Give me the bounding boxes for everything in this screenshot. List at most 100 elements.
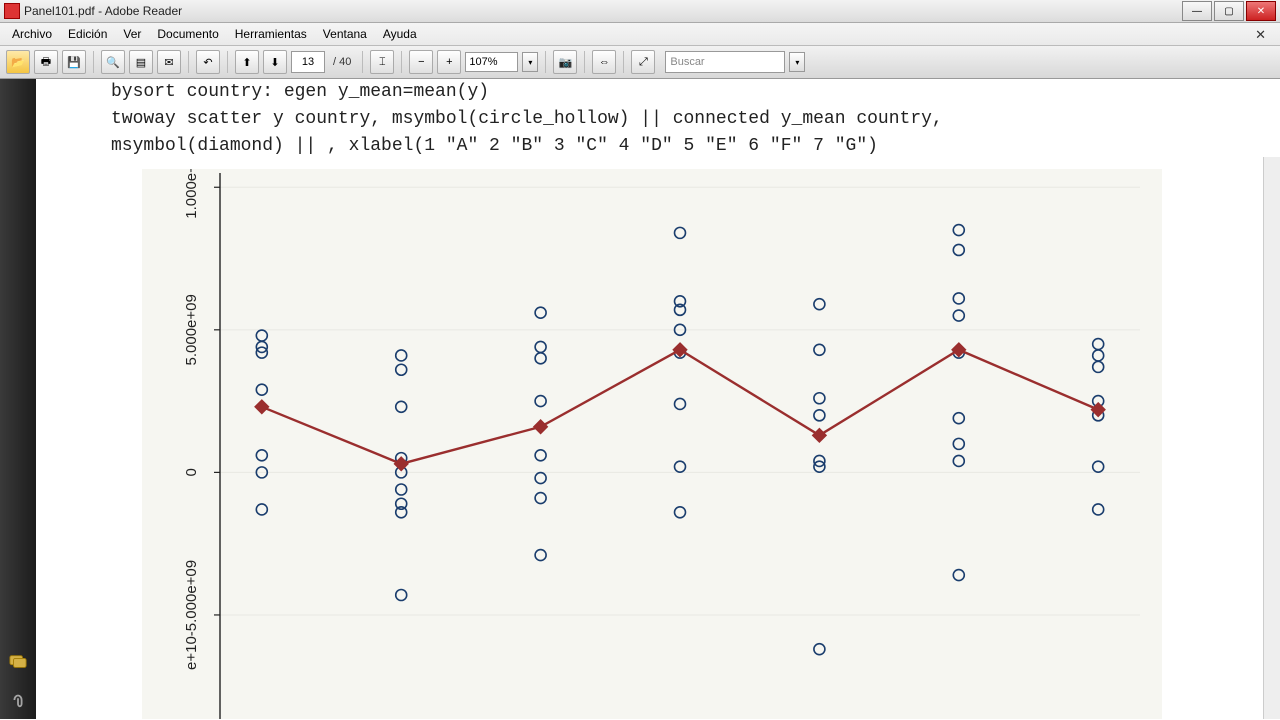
separator — [227, 51, 228, 73]
scatter-point — [396, 364, 407, 375]
sidebar — [0, 79, 36, 719]
scatter-point — [256, 384, 267, 395]
page-number-input[interactable] — [291, 51, 325, 73]
page-up-icon[interactable]: ⬆ — [235, 50, 259, 74]
minimize-button[interactable]: — — [1182, 1, 1212, 21]
close-button[interactable]: ✕ — [1246, 1, 1276, 21]
scatter-point — [953, 455, 964, 466]
email-icon[interactable]: ✉ — [157, 50, 181, 74]
menubar: Archivo Edición Ver Documento Herramient… — [0, 23, 1280, 46]
separator — [545, 51, 546, 73]
scatter-point — [814, 344, 825, 355]
scatter-point — [953, 293, 964, 304]
zoom-in-icon[interactable]: + — [437, 50, 461, 74]
scatter-point — [396, 589, 407, 600]
scatter-point — [396, 350, 407, 361]
undo-icon[interactable]: ↶ — [196, 50, 220, 74]
scatter-point — [535, 353, 546, 364]
menu-ayuda[interactable]: Ayuda — [375, 25, 425, 43]
search-dropdown-icon[interactable]: ▾ — [789, 52, 805, 72]
document-close-icon[interactable]: ✕ — [1247, 25, 1274, 45]
scatter-point — [814, 393, 825, 404]
scatter-point — [1093, 504, 1104, 515]
menu-documento[interactable]: Documento — [149, 25, 226, 43]
pages-icon[interactable]: ▤ — [129, 50, 153, 74]
comment-icon[interactable] — [9, 653, 27, 671]
menu-ventana[interactable]: Ventana — [315, 25, 375, 43]
separator — [188, 51, 189, 73]
menu-herramientas[interactable]: Herramientas — [227, 25, 315, 43]
find-icon[interactable]: 🔍 — [101, 50, 125, 74]
scatter-point — [1093, 339, 1104, 350]
chart: e+10-5.000e+09 0 5.000e+09 1.000e+1 — [142, 169, 1162, 719]
scatter-point — [953, 225, 964, 236]
code-line-3: msymbol(diamond) || , xlabel(1 "A" 2 "B"… — [111, 133, 878, 160]
select-tool-icon[interactable]: ⌶ — [370, 50, 394, 74]
app-icon — [4, 3, 20, 19]
scatter-point — [1093, 350, 1104, 361]
svg-text:5.000e+09: 5.000e+09 — [183, 294, 200, 365]
mean-diamond — [534, 420, 548, 434]
scatter-point — [535, 473, 546, 484]
mean-diamond — [812, 428, 826, 442]
scatter-point — [535, 550, 546, 561]
vertical-scrollbar[interactable] — [1263, 157, 1280, 719]
separator — [584, 51, 585, 73]
scatter-point — [953, 310, 964, 321]
search-input[interactable]: Buscar — [665, 51, 785, 73]
scatter-point — [535, 307, 546, 318]
code-line-1: bysort country: egen y_mean=mean(y) — [111, 79, 489, 106]
scatter-point — [953, 244, 964, 255]
svg-text:e+10-5.000e+09: e+10-5.000e+09 — [183, 560, 200, 670]
scatter-point — [953, 413, 964, 424]
titlebar: Panel101.pdf - Adobe Reader — ▢ ✕ — [0, 0, 1280, 23]
toolbar: 📂 🖶 💾 🔍 ▤ ✉ ↶ ⬆ ⬇ / 40 ⌶ − + 107% ▾ 📷 ⇔ … — [0, 46, 1280, 79]
menu-edicion[interactable]: Edición — [60, 25, 115, 43]
scatter-point — [1093, 461, 1104, 472]
scatter-point — [256, 450, 267, 461]
scatter-point — [675, 227, 686, 238]
fit-width-icon[interactable]: ⇔ — [592, 50, 616, 74]
page-down-icon[interactable]: ⬇ — [263, 50, 287, 74]
zoom-out-icon[interactable]: − — [409, 50, 433, 74]
scatter-point — [675, 461, 686, 472]
scatter-point — [256, 330, 267, 341]
attachment-icon[interactable] — [9, 691, 27, 709]
svg-text:0: 0 — [183, 468, 200, 476]
mean-line — [262, 350, 1098, 464]
scatter-point — [396, 401, 407, 412]
scatter-point — [1093, 361, 1104, 372]
document-page: bysort country: egen y_mean=mean(y) twow… — [36, 79, 1280, 719]
menu-ver[interactable]: Ver — [115, 25, 149, 43]
mean-diamond — [255, 400, 269, 414]
page-total: / 40 — [333, 56, 351, 68]
menu-archivo[interactable]: Archivo — [4, 25, 60, 43]
scatter-point — [953, 438, 964, 449]
snapshot-icon[interactable]: 📷 — [553, 50, 577, 74]
window-title: Panel101.pdf - Adobe Reader — [24, 4, 1180, 18]
scatter-point — [675, 507, 686, 518]
separator — [623, 51, 624, 73]
zoom-dropdown-icon[interactable]: ▾ — [522, 52, 538, 72]
scatter-point — [256, 504, 267, 515]
zoom-level[interactable]: 107% — [465, 52, 518, 72]
scatter-point — [535, 493, 546, 504]
scatter-point — [953, 570, 964, 581]
code-line-2: twoway scatter y country, msymbol(circle… — [111, 106, 943, 133]
print-icon[interactable]: 🖶 — [34, 50, 58, 74]
separator — [401, 51, 402, 73]
scatter-point — [396, 484, 407, 495]
save-icon[interactable]: 💾 — [62, 50, 86, 74]
scatter-point — [814, 410, 825, 421]
separator — [93, 51, 94, 73]
scatter-point — [814, 644, 825, 655]
scatter-point — [535, 341, 546, 352]
open-file-icon[interactable]: 📂 — [6, 50, 30, 74]
separator — [362, 51, 363, 73]
scatter-point — [814, 299, 825, 310]
maximize-button[interactable]: ▢ — [1214, 1, 1244, 21]
scatter-point — [535, 396, 546, 407]
fit-page-icon[interactable]: ⤢ — [631, 50, 655, 74]
scatter-point — [535, 450, 546, 461]
svg-text:1.000e+1: 1.000e+1 — [183, 169, 200, 219]
